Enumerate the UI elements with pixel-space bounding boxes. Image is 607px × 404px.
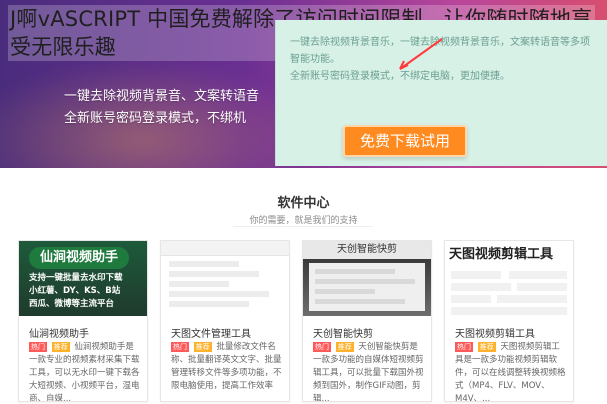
thumbnail-row (169, 261, 239, 267)
thumbnail-title: 天图视频剪辑工具 (449, 247, 554, 262)
tag-hot: 热门 (313, 342, 331, 352)
product-card-xianjian-video[interactable]: 仙涧视频助手 支持一键批量去水印下载 小红薯、DY、KS、B站 西瓜、微博等主流… (18, 240, 148, 402)
thumbnail-line: 小红薯、DY、KS、B站 (29, 286, 121, 296)
thumbnail-row (169, 271, 259, 277)
thumbnail-cell (497, 295, 567, 303)
thumbnail-line: 西瓜、微博等主流平台 (29, 299, 115, 309)
thumbnail-panel (309, 263, 425, 311)
tag-recommend: 推荐 (335, 342, 354, 352)
thumbnail-cell (517, 283, 567, 291)
thumbnail-row (315, 269, 395, 274)
thumbnail-toolbar (161, 241, 289, 256)
product-card-tiantu-video-editor[interactable]: 天图视频剪辑工具 天图视频剪辑工具 热门 推荐 天图视频剪辑工具是一款多功能视频… (444, 240, 574, 402)
product-description: 热门 推荐 天图视频剪辑工具是一款多功能视频剪辑软件，可以在线调整转换视频格式（… (455, 341, 567, 401)
thumbnail-title: 仙涧视频助手 (29, 247, 129, 269)
red-arrow-icon (399, 38, 443, 70)
product-thumbnail: 天图视频剪辑工具 (445, 241, 573, 316)
product-title[interactable]: 天创智能快剪 (313, 325, 373, 340)
thumbnail-cell (451, 271, 501, 279)
thumbnail-row (169, 281, 229, 287)
product-title[interactable]: 天图视频剪辑工具 (455, 325, 535, 340)
product-title[interactable]: 仙涧视频助手 (29, 325, 89, 340)
tag-recommend: 推荐 (193, 342, 212, 352)
thumbnail-cell (451, 295, 491, 303)
product-description: 热门 推荐 批量修改文件名称、批量翻译英文文字、批量管理转移文件等多项功能，不限… (171, 341, 283, 393)
tag-recommend: 推荐 (51, 342, 70, 352)
thumbnail-row (169, 291, 269, 297)
thumbnail-cell (509, 271, 567, 279)
thumbnail-cell (451, 283, 511, 291)
tag-recommend: 推荐 (477, 342, 496, 352)
thumbnail-text: 支持一键批量去水印下载 小红薯、DY、KS、B站 西瓜、微博等主流平台 (29, 272, 139, 311)
hero-feature-line: 一键去除视频背景音、文案转语音 (64, 89, 260, 104)
product-thumbnail: 仙涧视频助手 支持一键批量去水印下载 小红薯、DY、KS、B站 西瓜、微博等主流… (19, 241, 147, 316)
thumbnail-grid (451, 271, 567, 315)
free-download-button[interactable]: 免费下载试用 (343, 125, 467, 157)
product-thumbnail (161, 241, 289, 316)
thumbnail-row (315, 289, 375, 294)
product-description: 热门 推荐 天创智能快剪是一款多功能的自媒体短视频剪辑工具，可以批量下载国外视频… (313, 341, 425, 401)
product-title[interactable]: 天图文件管理工具 (171, 325, 251, 340)
thumbnail-row (315, 279, 415, 284)
product-card-tianchuang-smart-cut[interactable]: 天创智能快剪 天创智能快剪 热门 推荐 天创智能快剪是一款多功能的自媒体短视频剪… (302, 240, 432, 402)
hero-feature-lines: 一键去除视频背景音、文案转语音 全新账号密码登录模式，不绑机 (64, 86, 294, 130)
software-center-subtitle: 你的需要，就是我们的支持 (249, 216, 358, 226)
thumbnail-row (169, 301, 249, 307)
page: J啊vASCRIPT 中国免费解除了访问时间限制，让你随时随地享受无限乐趣 一键… (0, 0, 607, 404)
product-card-tiantu-file-manager[interactable]: 天图文件管理工具 热门 推荐 批量修改文件名称、批量翻译英文文字、批量管理转移文… (160, 240, 290, 402)
hero-feature-line: 全新账号密码登录模式，不绑机 (64, 111, 247, 126)
software-center-title: 软件中心 (277, 196, 330, 211)
thumbnail-row (315, 299, 405, 304)
thumbnail-line: 支持一键批量去水印下载 (29, 273, 123, 283)
tag-hot: 热门 (171, 342, 189, 352)
divider (233, 226, 373, 227)
product-description: 热门 推荐 仙涧视频助手是一款专业的视频素材采集下载工具，可以无水印一键下载各大… (29, 341, 141, 401)
tag-hot: 热门 (455, 342, 473, 352)
tag-hot: 热门 (29, 342, 47, 352)
thumbnail-cell (451, 307, 567, 315)
hero-banner: J啊vASCRIPT 中国免费解除了访问时间限制，让你随时随地享受无限乐趣 一键… (0, 0, 607, 168)
thumbnail-title: 天创智能快剪 (303, 241, 431, 259)
product-thumbnail: 天创智能快剪 (303, 241, 431, 316)
